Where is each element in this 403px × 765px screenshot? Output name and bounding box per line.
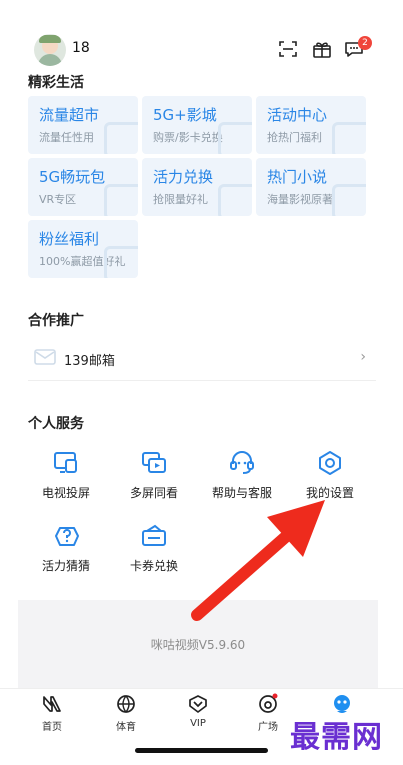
vip-icon — [189, 695, 207, 713]
settings-icon — [319, 451, 341, 475]
decor-icon — [218, 184, 252, 216]
gift-icon[interactable] — [311, 38, 333, 60]
partner-item-139mail[interactable]: 139邮箱 › — [28, 340, 376, 381]
multi-screen-icon — [142, 452, 166, 473]
tile-title: 5G畅玩包 — [39, 168, 106, 186]
tile-5g-cinema[interactable]: 5G+影城 购票/影卡兑换 — [142, 96, 252, 154]
tile-title: 粉丝福利 — [39, 230, 100, 248]
username[interactable]: 18 — [72, 40, 90, 56]
tile-subtitle: 抢限量好礼 — [153, 193, 208, 206]
service-label: 活力猜猜 — [41, 559, 90, 573]
avatar-hat — [39, 35, 61, 43]
tile-subtitle: 流量任性用 — [39, 131, 94, 144]
square-icon — [259, 693, 278, 713]
guess-icon — [55, 527, 79, 546]
service-coupon[interactable]: 卡券兑换 — [114, 523, 194, 583]
section-title-partners: 合作推广 — [28, 313, 84, 329]
tile-subtitle: VR专区 — [39, 193, 77, 206]
service-label: 电视投屏 — [41, 486, 90, 500]
service-label: 多屏同看 — [129, 486, 178, 500]
decor-icon — [104, 122, 138, 154]
top-bar: 18 2 — [0, 28, 403, 76]
tab-label: 体育 — [116, 722, 136, 733]
app-version: 咪咕视频V5.9.60 — [150, 638, 246, 652]
avatar-body — [38, 54, 62, 66]
home-icon — [43, 696, 61, 712]
partner-label: 139邮箱 — [64, 354, 115, 369]
tile-subtitle: 抢热门福利 — [267, 131, 322, 144]
home-indicator — [135, 748, 268, 753]
tile-activity-center[interactable]: 活动中心 抢热门福利 — [256, 96, 366, 154]
tab-label: 首页 — [42, 722, 62, 733]
chevron-right-icon: › — [360, 349, 366, 365]
tile-5g-play[interactable]: 5G畅玩包 VR专区 — [28, 158, 138, 216]
service-multi-screen[interactable]: 多屏同看 — [114, 450, 194, 510]
tab-label: VIP — [190, 718, 206, 729]
tile-title: 热门小说 — [267, 168, 328, 186]
coupon-icon — [142, 524, 166, 546]
decor-icon — [104, 184, 138, 216]
customer-service-icon — [230, 451, 254, 474]
tab-square[interactable]: 广场 — [238, 693, 298, 733]
service-guess[interactable]: 活力猜猜 — [26, 523, 106, 583]
tile-hot-novels[interactable]: 热门小说 海量影视原著 — [256, 158, 366, 216]
decor-icon — [104, 246, 138, 278]
watermark: 最需网 — [290, 720, 383, 755]
mail-icon — [34, 349, 56, 365]
tile-title: 活动中心 — [267, 106, 328, 124]
tile-subtitle: 海量影视原著 — [267, 193, 333, 206]
section-title-personal: 个人服务 — [28, 416, 84, 432]
tile-title: 5G+影城 — [153, 106, 217, 124]
scan-icon[interactable] — [277, 38, 299, 60]
tile-title: 流量超市 — [39, 106, 100, 124]
avatar[interactable] — [34, 34, 66, 66]
decor-icon — [332, 184, 366, 216]
message-badge: 2 — [358, 36, 372, 50]
decor-icon — [332, 122, 366, 154]
tab-label: 广场 — [258, 722, 278, 733]
decor-icon — [218, 122, 252, 154]
tile-title: 活力兑换 — [153, 168, 214, 186]
section-title-featured: 精彩生活 — [28, 75, 84, 91]
tab-vip[interactable]: VIP — [168, 693, 228, 729]
service-label: 卡券兑换 — [129, 559, 178, 573]
tab-sports[interactable]: 体育 — [96, 693, 156, 733]
tile-vitality-exchange[interactable]: 活力兑换 抢限量好礼 — [142, 158, 252, 216]
service-tv-cast[interactable]: 电视投屏 — [26, 450, 106, 510]
tile-subtitle: 购票/影卡兑换 — [153, 131, 223, 144]
tab-home[interactable]: 首页 — [22, 693, 82, 733]
sports-icon — [117, 695, 135, 713]
tile-data-market[interactable]: 流量超市 流量任性用 — [28, 96, 138, 154]
tile-fan-benefits[interactable]: 粉丝福利 100%赢超值好礼 — [28, 220, 138, 278]
tv-cast-icon — [54, 452, 77, 473]
red-arrow-annotation — [191, 500, 325, 621]
